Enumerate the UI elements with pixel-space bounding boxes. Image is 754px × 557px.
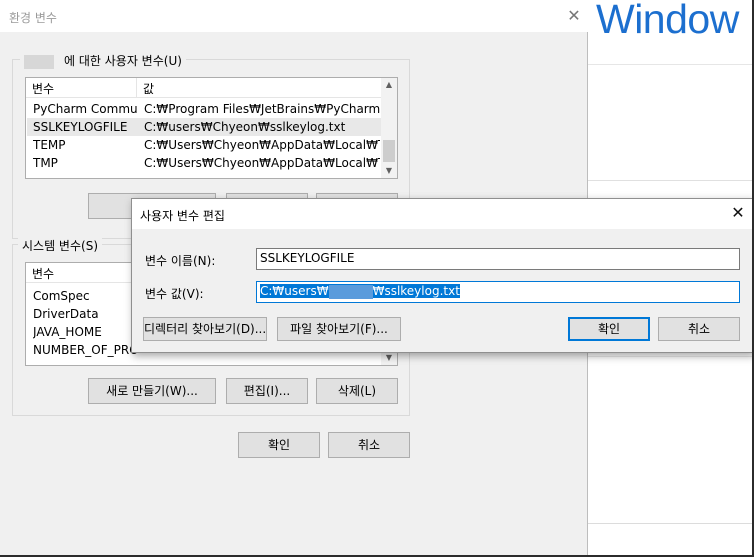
edit-ok-button[interactable]: 확인 (568, 317, 650, 341)
column-header-name[interactable]: 변수 (32, 265, 54, 282)
user-variables-list[interactable]: 변수 값 PyCharm Commu... C:₩Program Files₩J… (25, 77, 398, 179)
background-panel-lower (588, 356, 754, 524)
env-ok-button[interactable]: 확인 (238, 432, 320, 458)
column-header-name[interactable]: 변수 (32, 80, 54, 97)
variable-name-label: 변수 이름(N): (145, 254, 216, 268)
column-header-value[interactable]: 값 (143, 80, 154, 97)
scrollbar-thumb[interactable] (383, 140, 395, 162)
browse-file-button[interactable]: 파일 찾아보기(F)... (277, 317, 401, 341)
list-item-selected[interactable]: SSLKEYLOGFILE C:₩users₩Chyeon₩sslkeylog.… (27, 118, 381, 136)
close-icon[interactable]: ✕ (564, 6, 584, 26)
env-dialog-title: 환경 변수 (9, 11, 57, 25)
edit-dialog-title: 사용자 변수 편집 (140, 209, 225, 223)
list-item[interactable]: TEMP C:₩Users₩Chyeon₩AppData₩Local₩Temp (27, 136, 381, 154)
background-divider (588, 180, 754, 181)
background-window-title: Window (596, 0, 739, 42)
edit-dialog-titlebar (132, 199, 752, 229)
edit-user-variable-dialog: 사용자 변수 편집 ✕ 변수 이름(N): SSLKEYLOGFILE 변수 값… (131, 198, 753, 353)
list-item[interactable]: PyCharm Commu... C:₩Program Files₩JetBra… (27, 100, 381, 118)
system-variables-label: 시스템 변수(S) (18, 237, 102, 254)
redacted-username (328, 284, 373, 299)
variable-value-field[interactable]: C:₩users₩ ₩sslkeylog.txt (256, 281, 740, 303)
close-icon[interactable]: ✕ (728, 203, 748, 223)
scroll-down-icon[interactable]: ▼ (381, 351, 397, 365)
browse-directory-button[interactable]: 디렉터리 찾아보기(D)... (143, 317, 267, 341)
system-delete-button[interactable]: 삭제(L) (316, 378, 398, 404)
variable-name-field[interactable]: SSLKEYLOGFILE (256, 248, 740, 270)
system-new-button[interactable]: 새로 만들기(W)... (88, 378, 216, 404)
variable-value-label: 변수 값(V): (145, 287, 204, 301)
env-dialog-titlebar (0, 0, 588, 32)
redacted-username (24, 54, 54, 69)
list-header: 변수 값 (26, 78, 381, 98)
scroll-down-icon[interactable]: ▼ (381, 164, 397, 178)
selected-value-text: C:₩users₩ ₩sslkeylog.txt (260, 284, 460, 299)
env-cancel-button[interactable]: 취소 (328, 432, 410, 458)
scroll-up-icon[interactable]: ▲ (381, 78, 397, 92)
list-item[interactable]: TMP C:₩Users₩Chyeon₩AppData₩Local₩Temp (27, 154, 381, 172)
background-panel (588, 64, 754, 181)
system-edit-button[interactable]: 편집(I)... (226, 378, 308, 404)
vertical-scrollbar[interactable]: ▲ ▼ (381, 78, 397, 178)
user-variables-label: 에 대한 사용자 변수(U) (20, 52, 186, 69)
edit-cancel-button[interactable]: 취소 (658, 317, 740, 341)
